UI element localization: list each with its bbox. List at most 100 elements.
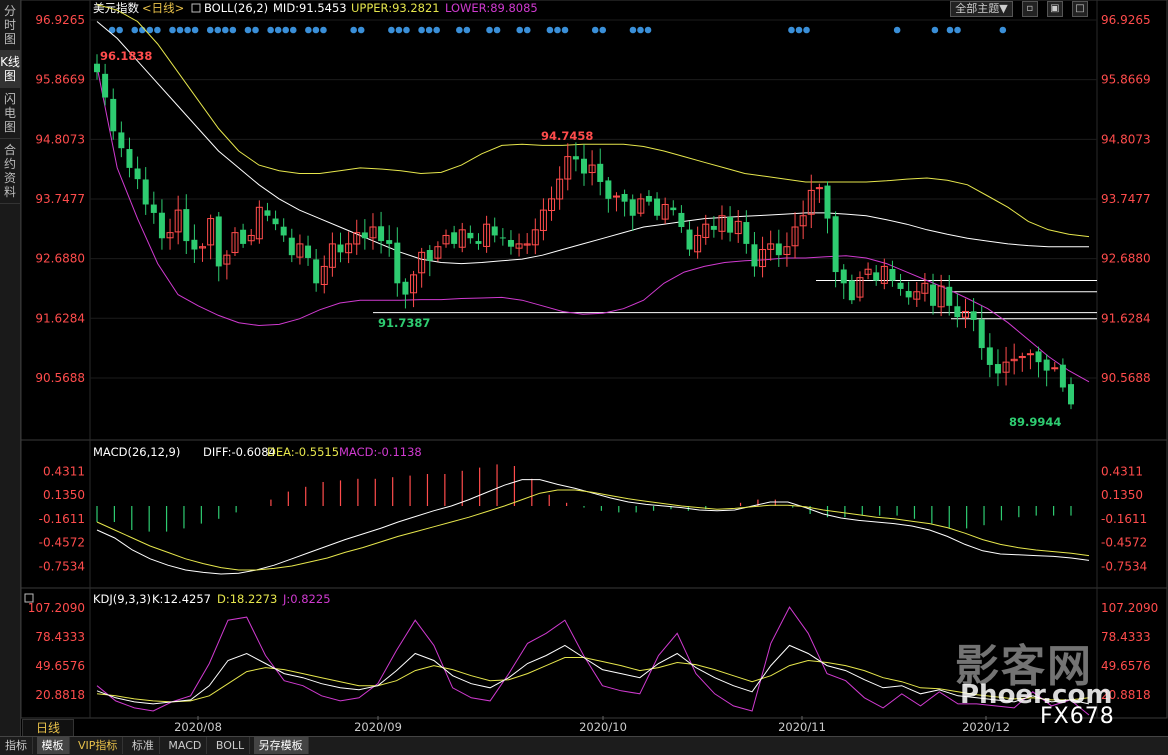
candle-body	[605, 180, 612, 199]
candle	[815, 183, 823, 203]
candle-body	[126, 149, 133, 168]
candle-body	[183, 209, 190, 242]
main-pane-border	[21, 0, 1168, 441]
candle	[572, 142, 579, 172]
candle-body	[426, 250, 433, 261]
candle	[507, 230, 514, 255]
price-annotation: 96.1838	[100, 49, 152, 63]
candle	[1018, 352, 1026, 372]
candle-body	[118, 132, 125, 149]
event-marker-icon	[637, 26, 644, 34]
candle	[686, 221, 693, 256]
candle	[1035, 346, 1042, 378]
boll-lower-line	[96, 66, 1090, 383]
candle-body	[1026, 353, 1034, 356]
period-button[interactable]: 日线	[22, 719, 74, 737]
candle-body	[581, 158, 587, 174]
candle	[612, 192, 620, 212]
candle-body	[305, 245, 312, 258]
candle	[661, 197, 669, 224]
event-marker-icon	[599, 26, 607, 34]
candle	[255, 200, 263, 244]
price-tick-right: 90.5688	[1101, 371, 1151, 385]
candle	[313, 249, 320, 292]
event-marker-icon	[788, 26, 795, 34]
candle-body	[654, 198, 661, 216]
candle	[581, 144, 587, 186]
candle	[434, 241, 442, 262]
candle-body	[897, 282, 904, 289]
candle	[126, 137, 133, 178]
macd-tick-right: -0.4572	[1101, 536, 1147, 550]
candle	[954, 294, 961, 328]
candle-body	[191, 239, 198, 250]
macd-group: 0.4311 0.4311 0.1350 0.1350 -0.1611 -0.1611 -0…	[39, 464, 1147, 575]
candle	[767, 230, 775, 261]
candle	[978, 305, 985, 360]
tab-boll[interactable]: BOLL	[211, 737, 251, 754]
candle	[937, 274, 945, 317]
event-marker-icon	[320, 26, 327, 34]
candle	[174, 195, 182, 245]
candle	[873, 265, 880, 286]
candle-body	[507, 239, 514, 247]
candle-body	[402, 281, 409, 295]
candle	[183, 194, 190, 254]
candle	[905, 281, 912, 305]
grid-group	[90, 19, 1097, 379]
candle-body	[970, 311, 977, 320]
macd-pane-border	[21, 439, 1168, 589]
event-marker-icon	[229, 26, 237, 34]
boll-label: BOLL(26,2)	[204, 1, 268, 15]
candle	[1026, 349, 1034, 370]
indicator-toggle-icon[interactable]	[191, 3, 201, 13]
candle	[215, 211, 222, 282]
event-marker-icon	[795, 26, 803, 34]
tab-save-template[interactable]: 另存模板	[253, 737, 309, 754]
event-marker-icon	[433, 26, 440, 34]
tab-macd[interactable]: MACD	[163, 737, 208, 754]
event-marker-icon	[191, 26, 199, 34]
candle-body	[727, 216, 734, 233]
candle-body	[361, 232, 368, 239]
candle	[320, 255, 328, 294]
candle	[442, 229, 450, 248]
candle-body	[751, 244, 758, 267]
tab-time-chart[interactable]: 分时图	[0, 0, 20, 51]
chart-canvas[interactable]: 美元指数 <日线> BOLL(26,2) MID:91.5453 UPPER:9…	[21, 0, 1168, 736]
candle-body	[848, 280, 855, 301]
price-annotation: 94.7458	[541, 129, 593, 143]
kdj-tick-right: 107.2090	[1101, 601, 1158, 615]
tab-k-line-chart[interactable]: K线图	[0, 51, 20, 88]
event-marker-icon	[244, 26, 252, 34]
tab-contract-info[interactable]: 合约资料	[0, 139, 20, 204]
event-marker-icon	[644, 26, 652, 34]
tab-flash-chart[interactable]: 闪电图	[0, 88, 20, 139]
candle-body	[94, 63, 100, 73]
macd-tick-left: -0.7534	[39, 559, 85, 573]
tab-vip-indicator[interactable]: VIP指标	[73, 737, 124, 754]
event-marker-icon	[561, 26, 569, 34]
candle	[702, 214, 710, 245]
candle-body	[386, 240, 393, 244]
tab-standard[interactable]: 标准	[127, 737, 160, 754]
candle-body	[743, 222, 750, 244]
candle	[694, 226, 702, 259]
candle-body	[930, 284, 937, 306]
event-marker-icon	[803, 26, 810, 34]
kdj-label: KDJ(9,3,3)	[93, 592, 151, 606]
candle	[751, 232, 758, 277]
sidebar: 分时图 K线图 闪电图 合约资料	[0, 0, 21, 736]
price-tick-right: 95.8669	[1101, 73, 1151, 87]
candle-body	[678, 212, 685, 228]
candle-body	[475, 241, 482, 244]
candle	[718, 205, 726, 240]
event-marker-icon	[252, 26, 259, 34]
tab-template[interactable]: 模板	[36, 737, 70, 754]
price-tick-left: 95.8669	[35, 73, 85, 87]
support-lines	[373, 279, 1097, 320]
candle	[840, 264, 847, 300]
tab-indicator[interactable]: 指标	[0, 737, 33, 754]
event-marker-icon	[516, 26, 524, 34]
candle	[418, 247, 426, 288]
